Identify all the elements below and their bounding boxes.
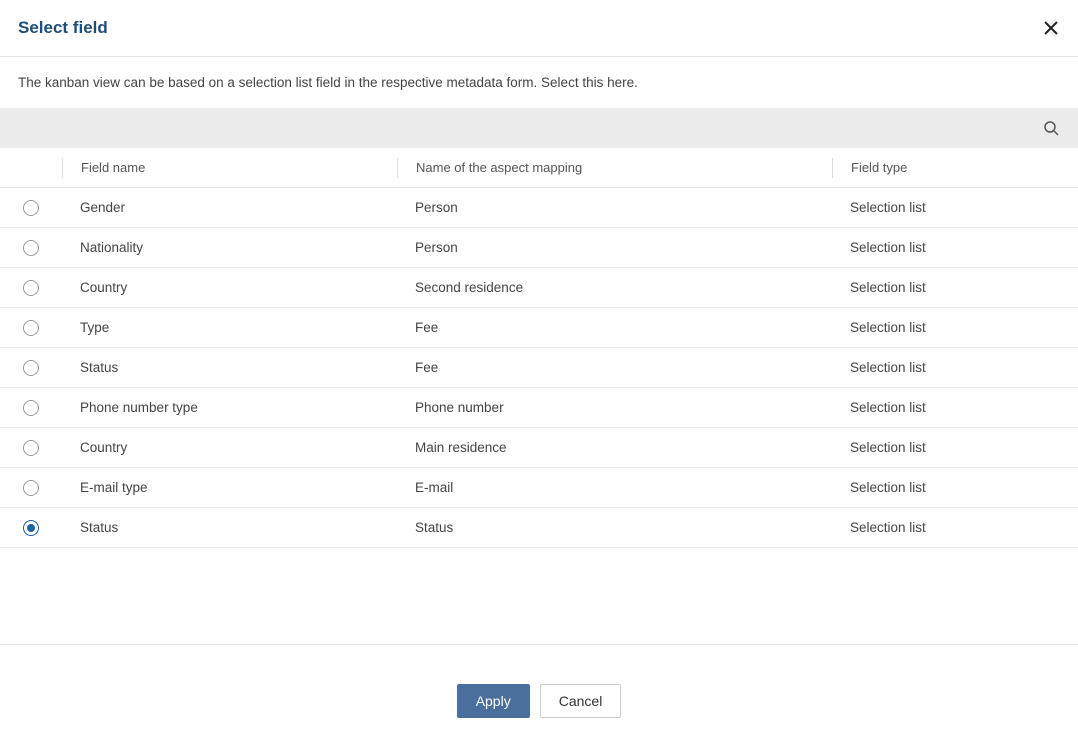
cell-fieldtype: Selection list	[832, 200, 1078, 215]
cell-aspect: Phone number	[397, 400, 832, 415]
table-row[interactable]: StatusFeeSelection list	[0, 348, 1078, 388]
radio-button[interactable]	[23, 320, 39, 336]
cell-fieldtype: Selection list	[832, 320, 1078, 335]
radio-cell	[0, 360, 62, 376]
table-row[interactable]: Phone number typePhone numberSelection l…	[0, 388, 1078, 428]
search-bar	[0, 108, 1078, 148]
cell-fieldtype: Selection list	[832, 400, 1078, 415]
table-row[interactable]: CountrySecond residenceSelection list	[0, 268, 1078, 308]
cell-aspect: Fee	[397, 320, 832, 335]
cell-aspect: Second residence	[397, 280, 832, 295]
close-icon[interactable]	[1042, 19, 1060, 37]
cell-fieldname: Nationality	[62, 240, 397, 255]
radio-cell	[0, 240, 62, 256]
column-header-fieldtype: Field type	[832, 158, 1078, 178]
cell-fieldtype: Selection list	[832, 360, 1078, 375]
cell-fieldname: Status	[62, 520, 397, 535]
cell-fieldtype: Selection list	[832, 240, 1078, 255]
radio-cell	[0, 320, 62, 336]
cell-fieldname: Type	[62, 320, 397, 335]
table-row[interactable]: StatusStatusSelection list	[0, 508, 1078, 548]
cell-aspect: Status	[397, 520, 832, 535]
radio-cell	[0, 200, 62, 216]
dialog-header: Select field	[0, 0, 1078, 57]
cell-aspect: Main residence	[397, 440, 832, 455]
column-header-fieldname: Field name	[62, 158, 397, 178]
radio-cell	[0, 480, 62, 496]
footer-separator	[0, 644, 1078, 645]
cell-fieldtype: Selection list	[832, 480, 1078, 495]
radio-button[interactable]	[23, 480, 39, 496]
search-icon[interactable]	[1042, 119, 1060, 137]
cell-fieldtype: Selection list	[832, 280, 1078, 295]
radio-cell	[0, 280, 62, 296]
cell-fieldname: Gender	[62, 200, 397, 215]
radio-button[interactable]	[23, 520, 39, 536]
radio-cell	[0, 440, 62, 456]
radio-button[interactable]	[23, 280, 39, 296]
apply-button[interactable]: Apply	[457, 684, 530, 718]
cell-fieldname: Phone number type	[62, 400, 397, 415]
cell-fieldname: Country	[62, 440, 397, 455]
radio-button[interactable]	[23, 400, 39, 416]
table-row[interactable]: CountryMain residenceSelection list	[0, 428, 1078, 468]
radio-cell	[0, 400, 62, 416]
table-row[interactable]: NationalityPersonSelection list	[0, 228, 1078, 268]
cancel-button[interactable]: Cancel	[540, 684, 622, 718]
cell-aspect: Person	[397, 240, 832, 255]
dialog-title: Select field	[18, 18, 108, 38]
table-row[interactable]: GenderPersonSelection list	[0, 188, 1078, 228]
cell-fieldname: E-mail type	[62, 480, 397, 495]
radio-button[interactable]	[23, 200, 39, 216]
cell-fieldname: Country	[62, 280, 397, 295]
cell-aspect: Fee	[397, 360, 832, 375]
radio-button[interactable]	[23, 440, 39, 456]
table-row[interactable]: TypeFeeSelection list	[0, 308, 1078, 348]
table-header: Field name Name of the aspect mapping Fi…	[0, 148, 1078, 188]
radio-button[interactable]	[23, 360, 39, 376]
column-header-aspect: Name of the aspect mapping	[397, 158, 832, 178]
table-body: GenderPersonSelection listNationalityPer…	[0, 188, 1078, 548]
radio-cell	[0, 520, 62, 536]
dialog-footer: Apply Cancel	[0, 661, 1078, 741]
cell-fieldname: Status	[62, 360, 397, 375]
cell-aspect: E-mail	[397, 480, 832, 495]
cell-fieldtype: Selection list	[832, 440, 1078, 455]
radio-button[interactable]	[23, 240, 39, 256]
cell-fieldtype: Selection list	[832, 520, 1078, 535]
cell-aspect: Person	[397, 200, 832, 215]
dialog-description: The kanban view can be based on a select…	[0, 57, 1078, 108]
table-row[interactable]: E-mail typeE-mailSelection list	[0, 468, 1078, 508]
